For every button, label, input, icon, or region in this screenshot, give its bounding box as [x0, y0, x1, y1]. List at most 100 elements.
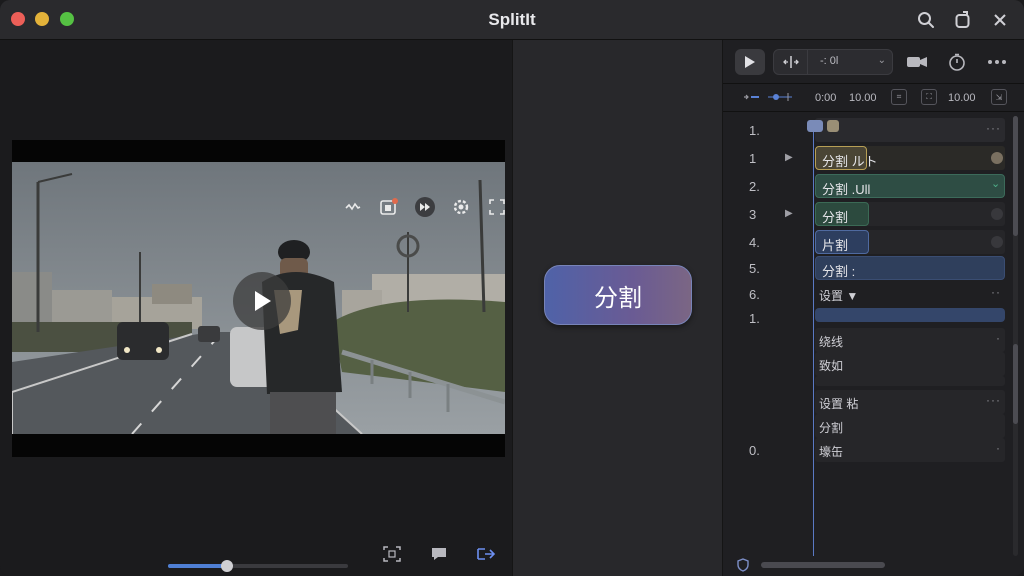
ruler-time-mid: 10.00: [849, 92, 877, 104]
segment-selector[interactable]: -: 0l ⌄: [773, 49, 893, 75]
item-label: 壕缶: [819, 445, 844, 459]
video-overlay-controls: [342, 196, 505, 218]
search-icon[interactable]: [915, 9, 937, 31]
settings-row[interactable]: 6. 设置 ▼ ··: [731, 282, 1007, 308]
clip-block[interactable]: 分割 .Ull: [815, 174, 1005, 198]
scrollbar-thumb[interactable]: [1013, 344, 1018, 424]
share-icon[interactable]: [952, 9, 974, 31]
item-background: [815, 438, 1005, 462]
item-background: [815, 328, 1005, 352]
export-icon[interactable]: [475, 544, 497, 564]
expand-icon[interactable]: ⇲: [991, 89, 1007, 105]
timeline-ruler: 0:00 10.00 ⌗ ⛶ 10.00 ⇲: [723, 84, 1024, 112]
row-number: 5.: [749, 261, 760, 276]
list-item[interactable]: 分割: [731, 414, 1007, 440]
header-background: [815, 118, 1005, 142]
playhead-line[interactable]: [813, 120, 814, 556]
row-number: 1.: [749, 311, 760, 326]
item-label: 设置 粘: [819, 397, 859, 411]
row-more-icon[interactable]: ·: [996, 331, 1001, 345]
track-header-row: 1. ···: [731, 118, 1007, 144]
panel-play-button[interactable]: [735, 49, 765, 75]
keyframe-icon[interactable]: [768, 92, 792, 105]
status-dot-icon: [991, 208, 1003, 220]
video-frame-image: [12, 162, 505, 434]
track-row[interactable]: 2. 分割 .Ull ⌄: [731, 174, 1007, 200]
ruler-time-end: 10.00: [948, 92, 976, 104]
camera-icon[interactable]: [905, 51, 929, 73]
fast-forward-icon[interactable]: [414, 196, 436, 218]
waveform-icon[interactable]: [342, 196, 364, 218]
play-button[interactable]: [233, 272, 291, 330]
timer-icon[interactable]: [945, 51, 969, 73]
app-window: SplitIt 分割 -: 0l ⌄ 0:00 10.00 ⌗ ⛶ 10.00 …: [0, 0, 1024, 576]
track-row[interactable]: 5. 分割 :: [731, 256, 1007, 282]
settings-icon[interactable]: [450, 196, 472, 218]
timeline-panel: -: 0l ⌄ 0:00 10.00 ⌗ ⛶ 10.00 ⇲ 1. ··· 1 …: [723, 40, 1024, 576]
playback-scrubber[interactable]: [168, 560, 348, 572]
clip-block[interactable]: 分割: [815, 202, 869, 226]
track-row[interactable]: 4. 片割: [731, 230, 1007, 256]
scrubber-progress: [168, 564, 228, 568]
segment-value: -: 0l: [820, 55, 839, 67]
chevron-down-icon: ⌄: [877, 55, 886, 66]
row-number: 1: [749, 151, 757, 166]
split-marker-icon[interactable]: [774, 50, 808, 74]
list-item[interactable]: 设置 粘 ···: [731, 390, 1007, 416]
row-number: 4.: [749, 235, 760, 250]
scrubber-knob[interactable]: [221, 560, 234, 572]
clip-block[interactable]: 分割 :: [815, 256, 1005, 280]
track-row[interactable]: 3 ▶ 分割: [731, 202, 1007, 228]
title-bar: SplitIt: [0, 0, 1024, 40]
fullscreen-icon[interactable]: [486, 196, 505, 218]
video-player[interactable]: [12, 140, 505, 457]
row-more-icon[interactable]: ···: [986, 121, 1001, 135]
row-more-icon[interactable]: ·: [996, 441, 1001, 455]
clip-block[interactable]: 片割: [815, 230, 869, 254]
split-button[interactable]: 分割: [544, 265, 692, 325]
horizontal-scrollbar[interactable]: [761, 562, 885, 568]
list-item[interactable]: 绕线 ·: [731, 328, 1007, 354]
track-list: 1. ··· 1 ▶ 分割 ルト 2. 分割 .Ull ⌄ 3 ▶ 分割 4. …: [723, 114, 1024, 558]
row-number: 0.: [749, 443, 760, 458]
expand-arrow-icon[interactable]: ▶: [785, 152, 793, 163]
badge-icon[interactable]: [378, 196, 400, 218]
track-row[interactable]: 1 ▶ 分割 ルト: [731, 146, 1007, 172]
clip-block[interactable]: 分割 ルト: [815, 146, 878, 170]
item-background: [815, 352, 1005, 376]
expand-arrow-icon[interactable]: ▶: [785, 208, 793, 219]
row-more-icon[interactable]: ··: [991, 285, 1001, 299]
clip-bar[interactable]: [815, 308, 1005, 322]
row-number: 2.: [749, 179, 760, 194]
item-background: [815, 376, 1005, 386]
item-label: 绕线: [819, 335, 844, 349]
more-icon[interactable]: [985, 51, 1009, 73]
shield-icon[interactable]: [737, 558, 749, 576]
vertical-scrollbar[interactable]: [1013, 116, 1018, 556]
zoom-fit-icon[interactable]: ⛶: [921, 89, 937, 105]
item-label: 分割: [819, 421, 844, 435]
list-item[interactable]: 0. 壕缶 ·: [731, 438, 1007, 464]
list-spacer: [731, 376, 1007, 388]
trim-start-icon[interactable]: [743, 92, 761, 105]
row-more-icon[interactable]: ···: [986, 393, 1001, 407]
scrollbar-thumb[interactable]: [1013, 116, 1018, 236]
row-number: 6.: [749, 287, 760, 302]
item-label: 致如: [819, 359, 844, 373]
close-icon[interactable]: [989, 9, 1011, 31]
playhead-handle[interactable]: [807, 120, 823, 132]
app-title: SplitIt: [488, 10, 536, 29]
status-dot-icon: [991, 152, 1003, 164]
marker-handle[interactable]: [827, 120, 839, 132]
action-pane: 分割: [512, 40, 723, 576]
chevron-down-icon[interactable]: ⌄: [991, 177, 1003, 190]
panel-toolbar: -: 0l ⌄: [723, 40, 1024, 84]
comment-icon[interactable]: [428, 544, 450, 564]
panel-footer: [723, 554, 1024, 576]
list-item[interactable]: 致如: [731, 352, 1007, 378]
crop-icon[interactable]: [381, 544, 403, 564]
ruler-time-start: 0:00: [815, 92, 837, 104]
row-number: 3: [749, 207, 757, 222]
snap-icon[interactable]: ⌗: [891, 89, 907, 105]
item-background: [815, 414, 1005, 438]
